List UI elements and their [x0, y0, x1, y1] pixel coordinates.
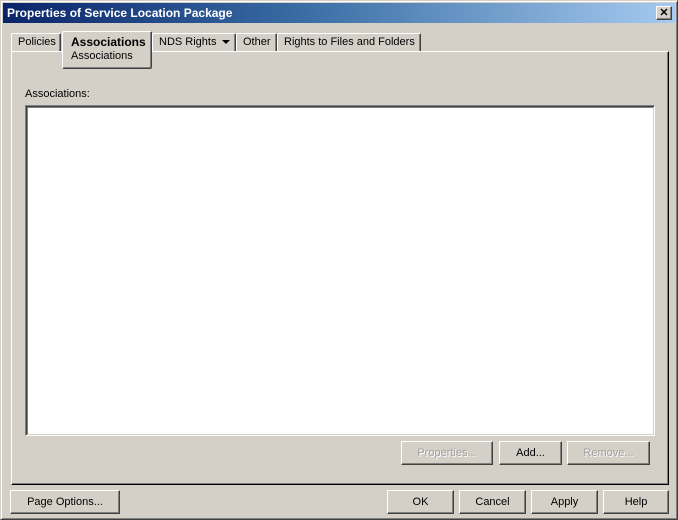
properties-dialog: Properties of Service Location Package ✕… [0, 0, 678, 520]
tab-label: Rights to Files and Folders [284, 36, 415, 48]
associations-list[interactable] [25, 105, 655, 436]
title-bar[interactable]: Properties of Service Location Package ✕ [3, 3, 675, 23]
tab-associations[interactable]: Associations Associations [62, 31, 152, 69]
tab-label: Associations [71, 35, 146, 49]
tab-other[interactable]: Other [236, 33, 277, 52]
close-icon: ✕ [659, 6, 669, 19]
page-options-button[interactable]: Page Options... [10, 490, 120, 514]
add-button[interactable]: Add... [499, 441, 562, 465]
tab-sub-page-associations[interactable]: Associations [71, 50, 143, 62]
dropdown-arrow-icon[interactable] [222, 40, 231, 45]
cancel-button[interactable]: Cancel [459, 490, 526, 514]
tab-policies[interactable]: Policies [11, 33, 61, 52]
tab-label: Policies [18, 36, 56, 48]
apply-button[interactable]: Apply [531, 490, 598, 514]
associations-label: Associations: [25, 88, 90, 100]
tab-label: NDS Rights [159, 36, 217, 48]
help-button[interactable]: Help [603, 490, 669, 514]
window-title: Properties of Service Location Package [7, 6, 233, 20]
tab-rights-to-files-and-folders[interactable]: Rights to Files and Folders [277, 33, 421, 52]
remove-button[interactable]: Remove... [567, 441, 650, 465]
tab-label: Other [243, 36, 271, 48]
tab-nds-rights[interactable]: NDS Rights [152, 33, 236, 52]
close-button[interactable]: ✕ [656, 6, 672, 20]
properties-button[interactable]: Properties... [401, 441, 493, 465]
ok-button[interactable]: OK [387, 490, 454, 514]
